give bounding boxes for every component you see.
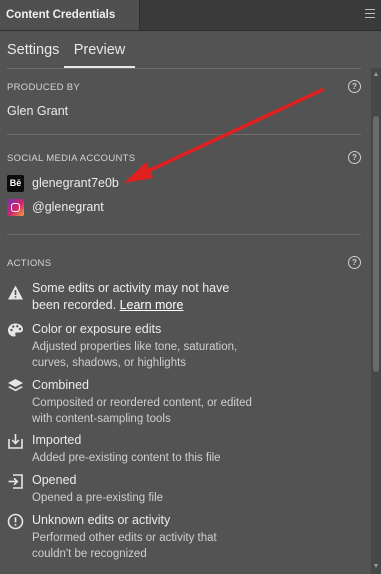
section-title-actions: ACTIONS (7, 258, 52, 269)
action-description: Added pre-existing content to this file (32, 452, 221, 464)
vertical-scrollbar[interactable]: ▲ ▼ (371, 68, 381, 574)
action-description: Opened a pre-existing file (32, 492, 164, 504)
scroll-down-icon[interactable]: ▼ (372, 563, 380, 571)
panel-titlebar: Content Credentials (Beta) (0, 0, 381, 51)
panel-menu-icon[interactable] (365, 9, 375, 21)
scroll-thumb[interactable] (373, 116, 379, 372)
action-title: Imported (32, 433, 82, 447)
unknown-icon (7, 513, 24, 530)
action-description: Performed other edits or activity that c… (32, 532, 217, 560)
action-title: Combined (32, 378, 89, 392)
action-title: Color or exposure edits (32, 322, 162, 336)
help-icon[interactable]: ? (348, 151, 361, 164)
action-title: Opened (32, 473, 77, 487)
divider (7, 134, 361, 135)
learn-more-link[interactable]: Learn more (120, 298, 184, 312)
import-icon (8, 434, 23, 449)
social-account-behance[interactable]: glenegrant7e0b (32, 176, 119, 190)
behance-icon: Bē (7, 175, 24, 192)
help-icon[interactable]: ? (348, 256, 361, 269)
help-icon[interactable]: ? (348, 80, 361, 93)
layers-icon (8, 379, 23, 392)
producer-name: Glen Grant (7, 104, 69, 118)
action-description: Composited or reordered content, or edit… (32, 397, 252, 425)
social-account-instagram[interactable]: @glenegrant (32, 200, 104, 214)
section-title-produced-by: PRODUCED BY (7, 82, 80, 93)
open-file-icon (8, 474, 23, 489)
action-title: Unknown edits or activity (32, 513, 171, 527)
divider (7, 234, 361, 235)
warning-icon (8, 285, 23, 300)
scroll-up-icon[interactable]: ▲ (372, 71, 380, 79)
tab-preview[interactable]: Preview (64, 31, 135, 68)
palette-icon (8, 323, 23, 337)
panel-tab-title[interactable]: Content Credentials (Beta) (0, 0, 140, 51)
action-description: Adjusted properties like tone, saturatio… (32, 341, 238, 369)
warning-message: Some edits or activity may not have been… (32, 280, 257, 314)
preview-content: PRODUCED BY ? Glen Grant SOCIAL MEDIA AC… (0, 68, 371, 574)
divider (7, 68, 361, 69)
instagram-icon (7, 199, 24, 216)
tab-settings[interactable]: Settings (7, 31, 59, 67)
tab-bar: Settings Preview (0, 31, 381, 68)
section-title-social: SOCIAL MEDIA ACCOUNTS (7, 153, 136, 164)
